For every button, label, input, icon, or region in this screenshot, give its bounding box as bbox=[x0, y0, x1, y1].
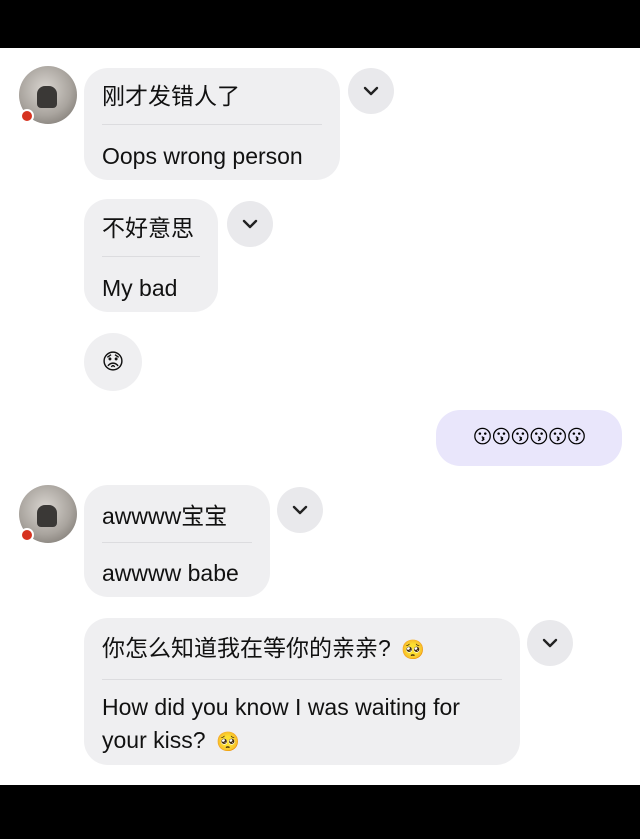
incoming-message-bubble[interactable]: awwww宝宝 awwww babe bbox=[84, 485, 270, 597]
status-dot-icon bbox=[20, 109, 34, 123]
incoming-message-bubble[interactable]: 你怎么知道我在等你的亲亲? 🥺 How did you know I was w… bbox=[84, 618, 520, 765]
message-translation-line-2: your kiss? 🥺 bbox=[102, 726, 240, 757]
chevron-down-icon[interactable] bbox=[527, 620, 573, 666]
incoming-message-bubble[interactable]: 不好意思 My bad bbox=[84, 199, 218, 312]
contact-avatar[interactable] bbox=[19, 485, 77, 543]
avatar-figure bbox=[37, 505, 57, 527]
message-translation-text: awwww babe bbox=[102, 560, 239, 586]
contact-avatar[interactable] bbox=[19, 66, 77, 124]
worried-face-emoji: 😟 bbox=[101, 349, 125, 374]
translation-divider bbox=[102, 256, 200, 257]
chevron-down-icon[interactable] bbox=[348, 68, 394, 114]
message-original-text: 不好意思 bbox=[102, 215, 194, 241]
chevron-down-icon[interactable] bbox=[227, 201, 273, 247]
pleading-face-emoji: 🥺 bbox=[215, 732, 240, 753]
message-translation-text: My bad bbox=[102, 275, 178, 301]
message-original-text: awwww宝宝 bbox=[102, 503, 228, 529]
incoming-message-bubble[interactable]: 刚才发错人了 Oops wrong person bbox=[84, 68, 340, 180]
message-translation-line-1: How did you know I was waiting for bbox=[102, 694, 460, 720]
translation-divider bbox=[102, 124, 322, 125]
status-dot-icon bbox=[20, 528, 34, 542]
translation-divider bbox=[102, 679, 502, 680]
translation-divider bbox=[102, 542, 252, 543]
incoming-emoji-bubble[interactable]: 😟 bbox=[84, 333, 142, 391]
message-original-text: 刚才发错人了 bbox=[102, 83, 240, 109]
kissing-face-emojis: 😗😗😗😗😗😗 bbox=[472, 427, 587, 448]
message-translation-content: your kiss? bbox=[102, 727, 206, 753]
message-original-content: 你怎么知道我在等你的亲亲? bbox=[102, 635, 391, 661]
chevron-down-icon[interactable] bbox=[277, 487, 323, 533]
avatar-figure bbox=[37, 86, 57, 108]
message-translation-text: Oops wrong person bbox=[102, 143, 303, 169]
pleading-face-emoji: 🥺 bbox=[401, 640, 425, 661]
message-original-text: 你怎么知道我在等你的亲亲? 🥺 bbox=[102, 634, 425, 665]
outgoing-message-bubble[interactable]: 😗😗😗😗😗😗 bbox=[436, 410, 622, 466]
chat-screen: 刚才发错人了 Oops wrong person 不好意思 My bad 😟 😗… bbox=[0, 48, 640, 785]
